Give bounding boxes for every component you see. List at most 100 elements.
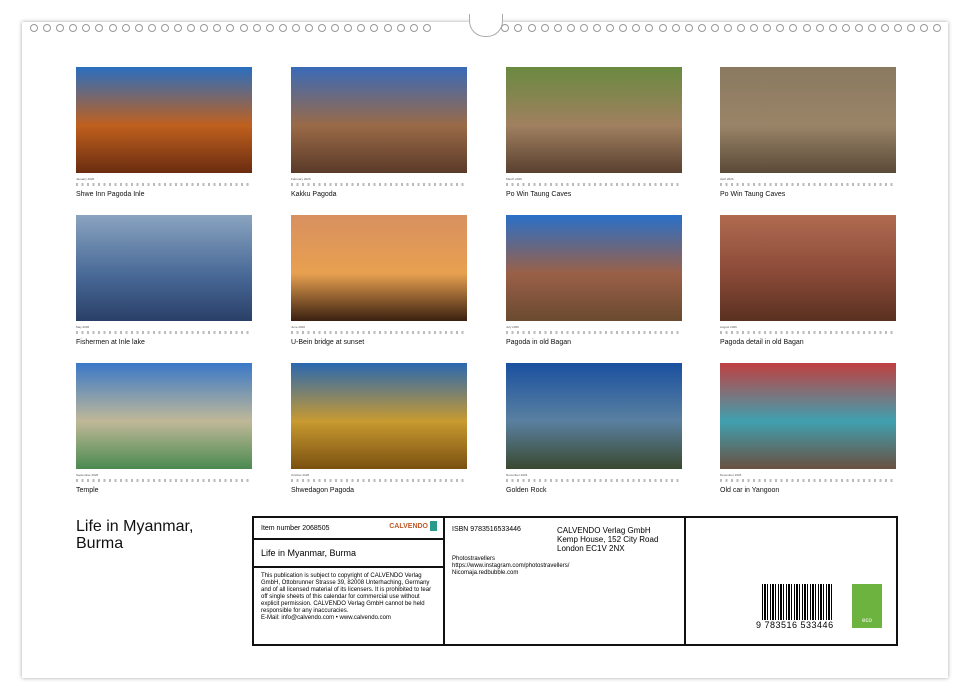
- copyright-text: This publication is subject to copyright…: [254, 568, 443, 627]
- ring: [580, 24, 588, 32]
- ring: [606, 24, 614, 32]
- ring: [868, 24, 876, 32]
- month-label: March 2026: [506, 177, 682, 181]
- publisher: CALVENDO Verlag GmbHKemp House, 152 City…: [557, 526, 658, 553]
- month-label: February 2026: [291, 177, 467, 181]
- month-cell: July 2026 Pagoda in old Bagan: [506, 215, 682, 346]
- ring: [135, 24, 143, 32]
- ring: [894, 24, 902, 32]
- month-cell: November 2026 Golden Rock: [506, 363, 682, 494]
- photo-caption: Po Win Taung Caves: [720, 191, 896, 198]
- ring: [750, 24, 758, 32]
- ring: [528, 24, 536, 32]
- ring: [933, 24, 941, 32]
- month-label: May 2026: [76, 325, 252, 329]
- month-photo: [291, 363, 467, 469]
- day-row: [76, 183, 252, 186]
- item-row: Item number 2068505CALVENDO: [254, 518, 443, 540]
- ring: [161, 24, 169, 32]
- publisher-address: London EC1V 2NX: [557, 544, 658, 553]
- month-label: January 2026: [76, 177, 252, 181]
- ring: [514, 24, 522, 32]
- ring: [240, 24, 248, 32]
- ring: [226, 24, 234, 32]
- barcode: [762, 584, 832, 620]
- ring: [122, 24, 130, 32]
- day-row: [720, 331, 896, 334]
- photo-caption: Shwe Inn Pagoda Inle: [76, 191, 252, 198]
- ring: [344, 24, 352, 32]
- ring: [187, 24, 195, 32]
- ring: [567, 24, 575, 32]
- ring: [789, 24, 797, 32]
- month-cell: May 2026 Fishermen at Inle lake: [76, 215, 252, 346]
- ring: [56, 24, 64, 32]
- photo-caption: Old car in Yangoon: [720, 487, 896, 494]
- ring: [253, 24, 261, 32]
- month-label: June 2026: [291, 325, 467, 329]
- day-row: [720, 183, 896, 186]
- ring: [305, 24, 313, 32]
- ring: [855, 24, 863, 32]
- credit: Nicomaja.redbubble.com: [452, 570, 569, 577]
- info-middle: ISBN 9783516533446 CALVENDO Verlag GmbHK…: [445, 518, 686, 644]
- publisher-name: CALVENDO Verlag GmbH: [557, 526, 658, 535]
- ring: [842, 24, 850, 32]
- ring: [619, 24, 627, 32]
- day-row: [76, 479, 252, 482]
- ring: [593, 24, 601, 32]
- ring: [279, 24, 287, 32]
- month-label: October 2026: [291, 473, 467, 477]
- month-photo: [76, 67, 252, 173]
- calvendo-logo: CALVENDO: [389, 521, 437, 531]
- contact: E-Mail: info@calvendo.com • www.calvendo…: [261, 615, 436, 622]
- ring: [659, 24, 667, 32]
- ring: [318, 24, 326, 32]
- ring: [95, 24, 103, 32]
- ring: [370, 24, 378, 32]
- brand: CALVENDO: [389, 523, 428, 530]
- day-row: [291, 331, 467, 334]
- month-cell: April 2026 Po Win Taung Caves: [720, 67, 896, 198]
- photo-caption: Kakku Pagoda: [291, 191, 467, 198]
- day-row: [291, 183, 467, 186]
- ring: [266, 24, 274, 32]
- month-photo: [291, 215, 467, 321]
- ring: [30, 24, 38, 32]
- ring: [737, 24, 745, 32]
- month-cell: March 2026 Po Win Taung Caves: [506, 67, 682, 198]
- photo-caption: Shwedagon Pagoda: [291, 487, 467, 494]
- calendar-title: Life in Myanmar,Burma: [76, 518, 193, 552]
- ring: [698, 24, 706, 32]
- month-photo: [720, 215, 896, 321]
- ring: [881, 24, 889, 32]
- credit: https://www.instagram.com/photostravelle…: [452, 563, 569, 570]
- month-label: April 2026: [720, 177, 896, 181]
- month-photo: [506, 215, 682, 321]
- ring: [816, 24, 824, 32]
- ring: [397, 24, 405, 32]
- info-left: Item number 2068505CALVENDO Life in Myan…: [254, 518, 445, 644]
- ring: [82, 24, 90, 32]
- day-row: [506, 479, 682, 482]
- day-row: [720, 479, 896, 482]
- ring: [410, 24, 418, 32]
- ring: [501, 24, 509, 32]
- ring: [331, 24, 339, 32]
- photo-caption: Fishermen at Inle lake: [76, 339, 252, 346]
- ring: [920, 24, 928, 32]
- month-label: August 2026: [720, 325, 896, 329]
- month-photo: [720, 67, 896, 173]
- month-cell: January 2026 Shwe Inn Pagoda Inle: [76, 67, 252, 198]
- barcode-number: 9 783516 533446: [756, 620, 834, 630]
- ring: [632, 24, 640, 32]
- isbn: ISBN 9783516533446: [452, 526, 521, 533]
- month-photo: [720, 363, 896, 469]
- month-photo: [506, 67, 682, 173]
- ring: [803, 24, 811, 32]
- photo-caption: U-Bein bridge at sunset: [291, 339, 467, 346]
- month-cell: December 2026 Old car in Yangoon: [720, 363, 896, 494]
- ring: [423, 24, 431, 32]
- month-label: December 2026: [720, 473, 896, 477]
- ring: [148, 24, 156, 32]
